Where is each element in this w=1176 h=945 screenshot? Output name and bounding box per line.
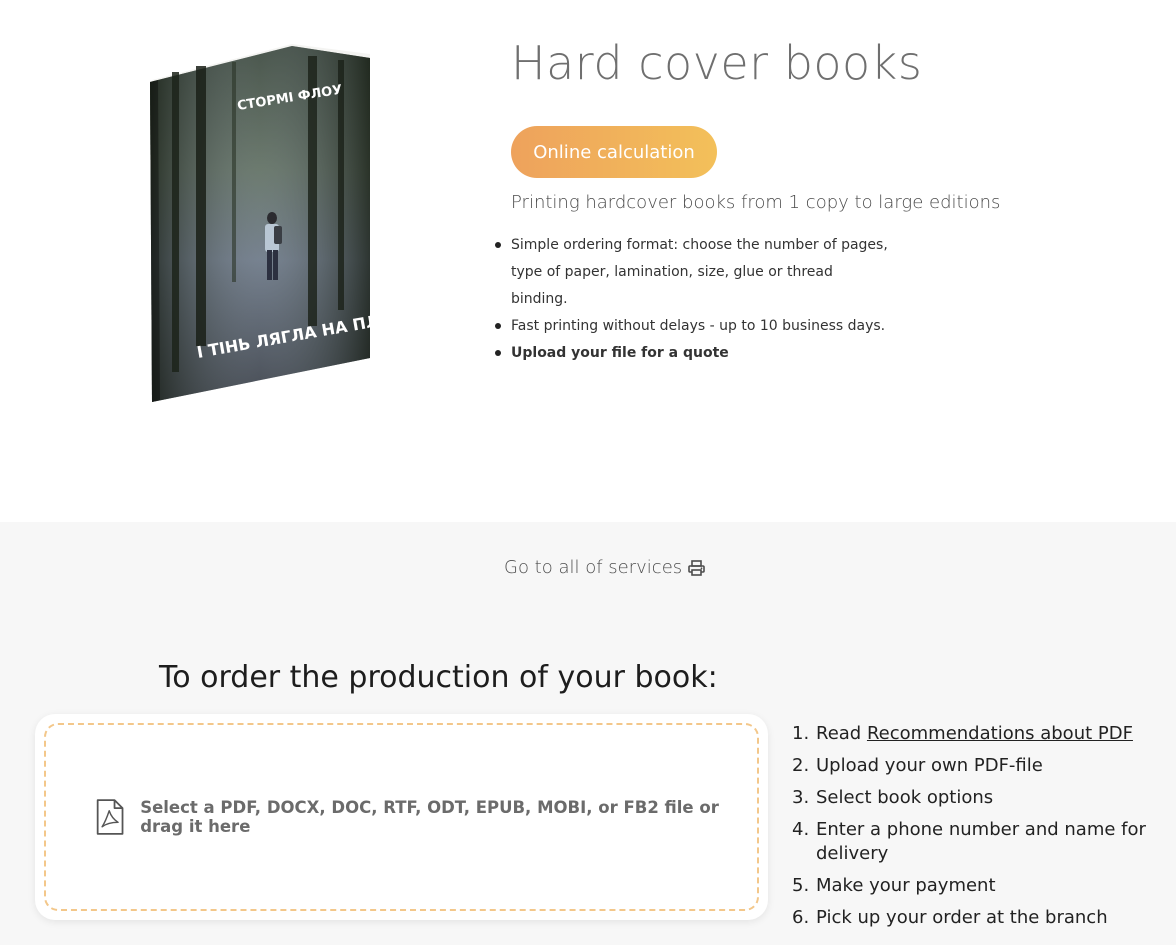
step-number: 2. bbox=[792, 755, 810, 776]
feature-item-quote: Upload your file for a quote bbox=[495, 340, 891, 367]
step-item: 2. Upload your own PDF-file bbox=[792, 754, 1152, 778]
step-text: Select book options bbox=[816, 787, 994, 808]
step-item: 1. Read Recommendations about PDF bbox=[792, 722, 1152, 746]
step-text: Make your payment bbox=[816, 875, 996, 896]
step-number: 6. bbox=[792, 907, 810, 928]
step-text: Read bbox=[816, 723, 867, 744]
order-steps: 1. Read Recommendations about PDF 2. Upl… bbox=[792, 722, 1152, 938]
product-subtitle: Printing hardcover books from 1 copy to … bbox=[511, 192, 1001, 213]
step-text: Pick up your order at the branch bbox=[816, 907, 1108, 928]
product-section: СТОРМІ ФЛОУ І ТІНЬ ЛЯГЛА НА ПЛЕЧІ Hard c… bbox=[0, 0, 1176, 522]
step-item: 6. Pick up your order at the branch bbox=[792, 906, 1152, 930]
step-text: Enter a phone number and name for delive… bbox=[816, 819, 1146, 864]
step-number: 1. bbox=[792, 723, 810, 744]
step-number: 5. bbox=[792, 875, 810, 896]
step-item: 4. Enter a phone number and name for del… bbox=[792, 818, 1152, 866]
pdf-file-icon bbox=[96, 799, 124, 835]
step-text: Upload your own PDF-file bbox=[816, 755, 1043, 776]
online-calculation-button[interactable]: Online calculation bbox=[511, 126, 717, 178]
pdf-recommendations-link[interactable]: Recommendations about PDF bbox=[867, 723, 1133, 744]
feature-item: Fast printing without delays - up to 10 … bbox=[495, 313, 891, 340]
step-item: 5. Make your payment bbox=[792, 874, 1152, 898]
upload-card: Select a PDF, DOCX, DOC, RTF, ODT, EPUB,… bbox=[35, 714, 768, 920]
step-item: 3. Select book options bbox=[792, 786, 1152, 810]
step-number: 4. bbox=[792, 819, 810, 840]
feature-list: Simple ordering format: choose the numbe… bbox=[495, 232, 891, 367]
book-cover-image: СТОРМІ ФЛОУ І ТІНЬ ЛЯГЛА НА ПЛЕЧІ bbox=[150, 44, 372, 402]
feature-item: Simple ordering format: choose the numbe… bbox=[495, 232, 891, 313]
printer-icon bbox=[688, 559, 705, 576]
upload-instructions: Select a PDF, DOCX, DOC, RTF, ODT, EPUB,… bbox=[140, 798, 719, 836]
step-number: 3. bbox=[792, 787, 810, 808]
page-title: Hard cover books bbox=[511, 36, 923, 90]
all-services-label: Go to all of services bbox=[504, 557, 683, 578]
order-heading: To order the production of your book: bbox=[159, 660, 718, 695]
all-services-link[interactable]: Go to all of services bbox=[504, 557, 705, 578]
file-drop-zone[interactable]: Select a PDF, DOCX, DOC, RTF, ODT, EPUB,… bbox=[44, 723, 759, 911]
